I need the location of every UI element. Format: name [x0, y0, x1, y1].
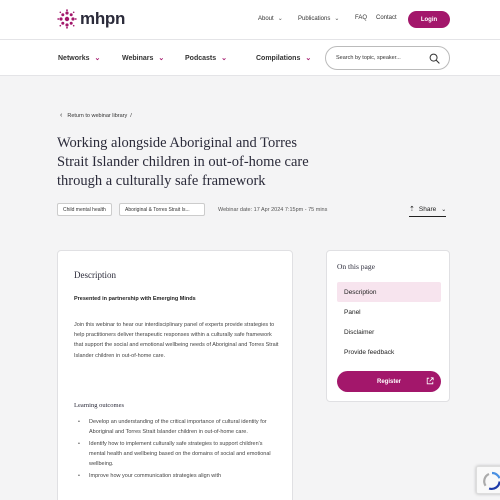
share-label: Share [418, 205, 437, 213]
chevron-down-icon: ⌄ [221, 55, 227, 62]
recaptcha-badge[interactable] [476, 466, 500, 494]
description-card: Description Presented in partnership wit… [57, 250, 293, 500]
register-label: Register [376, 378, 401, 385]
share-button[interactable]: ⇡ Share ⌄ [409, 205, 447, 217]
list-item: Develop an understanding of the critical… [78, 417, 278, 437]
topnav-publications[interactable]: Publications ⌄ [298, 15, 340, 23]
topnav-about[interactable]: About ⌄ [258, 15, 283, 23]
subnav-webinars-label: Webinars [122, 54, 154, 62]
breadcrumb[interactable]: ‹ Return to webinar library / [60, 112, 132, 119]
chevron-down-icon: ⌄ [305, 55, 312, 62]
external-link-icon [426, 377, 434, 385]
tag-aboriginal-torres-strait[interactable]: Aboriginal & Torres Strait Is... [119, 203, 205, 216]
chevron-down-icon: ⌄ [441, 206, 447, 213]
chevron-down-icon: ⌄ [277, 16, 283, 22]
topnav-contact-label: Contact [376, 15, 397, 21]
search-placeholder: Search by topic, speaker... [336, 55, 401, 61]
tag-child-mental-health[interactable]: Child mental health [57, 203, 112, 216]
partnership-text: Presented in partnership with Emerging M… [74, 296, 196, 302]
subnav-compilations-label: Compilations [256, 54, 301, 62]
chevron-down-icon: ⌄ [158, 55, 165, 62]
page-title: Working alongside Aboriginal and Torres … [57, 135, 309, 189]
list-item: Improve how your communication strategie… [78, 471, 278, 481]
logo[interactable]: mhpn [57, 9, 125, 29]
on-this-page-heading: On this page [337, 262, 375, 271]
topnav-about-label: About [258, 15, 274, 22]
top-header: mhpn About ⌄ Publications ⌄ FAQ Contact … [0, 0, 500, 40]
subnav-webinars[interactable]: Webinars ⌄ [122, 54, 165, 63]
subnav-networks-label: Networks [58, 54, 90, 62]
share-icon: ⇡ [409, 206, 415, 213]
secondary-nav: Networks ⌄ Webinars ⌄ Podcasts ⌄ Compila… [0, 40, 500, 76]
description-heading: Description [74, 270, 116, 280]
breadcrumb-link[interactable]: Return to webinar library [67, 113, 127, 119]
arrow-left-icon: ‹ [60, 112, 63, 119]
subnav-podcasts-label: Podcasts [185, 54, 217, 62]
subnav-compilations[interactable]: Compilations ⌄ [256, 54, 312, 63]
search-input[interactable]: Search by topic, speaker... [325, 46, 450, 70]
topnav-publications-label: Publications [298, 15, 331, 22]
logo-text: mhpn [80, 9, 126, 28]
toc-item-description[interactable]: Description [337, 282, 441, 302]
webinar-date: Webinar date: 17 Apr 2024 7:15pm - 75 mi… [218, 207, 328, 213]
learning-outcomes-heading: Learning outcomes [74, 402, 124, 409]
topnav-faq-label: FAQ [355, 15, 368, 21]
chevron-down-icon: ⌄ [334, 16, 340, 22]
login-button[interactable]: Login [408, 11, 450, 28]
breadcrumb-separator: / [130, 112, 132, 119]
list-item: Identify how to implement culturally saf… [78, 439, 278, 470]
register-button[interactable]: Register [337, 371, 441, 392]
topnav-faq[interactable]: FAQ [355, 15, 367, 21]
subnav-networks[interactable]: Networks ⌄ [58, 54, 101, 63]
on-this-page-card: On this page Description Panel Disclaime… [326, 250, 450, 402]
logo-mark-icon [57, 9, 77, 29]
toc-item-provide-feedback[interactable]: Provide feedback [337, 342, 441, 362]
learning-outcomes-list: Develop an understanding of the critical… [78, 417, 278, 483]
topnav-contact[interactable]: Contact [376, 15, 397, 21]
chevron-down-icon: ⌄ [94, 55, 101, 62]
recaptcha-icon [483, 471, 500, 490]
subnav-podcasts[interactable]: Podcasts ⌄ [185, 54, 227, 63]
toc-item-panel[interactable]: Panel [337, 302, 441, 322]
description-paragraph: Join this webinar to hear our interdisci… [74, 322, 279, 359]
toc-item-disclaimer[interactable]: Disclaimer [337, 322, 441, 342]
search-icon[interactable] [429, 53, 440, 64]
